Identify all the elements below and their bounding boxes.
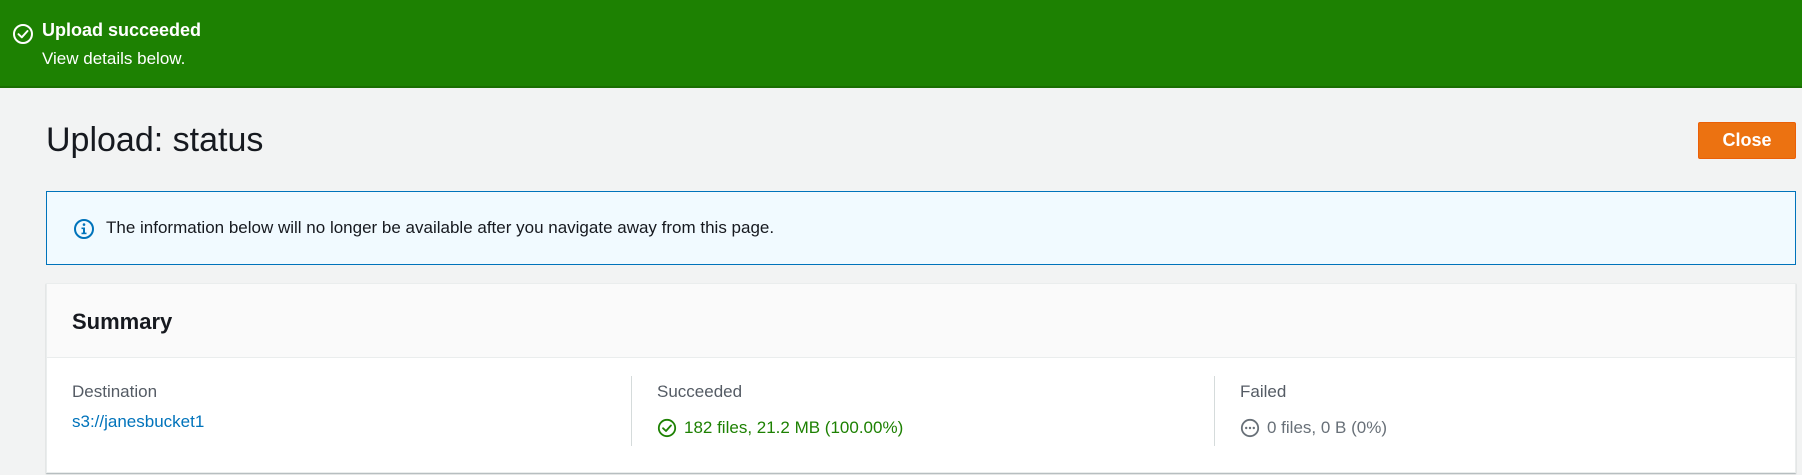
success-flash-banner: Upload succeeded View details below. — [0, 0, 1802, 88]
check-circle-icon — [13, 24, 33, 44]
info-alert-text: The information below will no longer be … — [106, 218, 775, 237]
summary-container: Summary Destination s3://janesbucket1 Su… — [46, 283, 1796, 473]
info-alert: The information below will no longer be … — [46, 191, 1796, 265]
failed-value: 0 files, 0 B (0%) — [1267, 418, 1387, 437]
succeeded-status: 182 files, 21.2 MB (100.00%) — [657, 418, 903, 438]
succeeded-label: Succeeded — [657, 382, 743, 401]
succeeded-column: Succeeded 182 files, 21.2 MB (100.00%) — [657, 376, 1217, 446]
column-divider — [631, 376, 632, 446]
ellipsis-circle-icon — [1240, 418, 1260, 438]
flash-title: Upload succeeded — [42, 20, 202, 40]
destination-label: Destination — [72, 382, 158, 401]
page-title: Upload: status — [46, 121, 264, 159]
succeeded-value: 182 files, 21.2 MB (100.00%) — [684, 418, 904, 437]
destination-column: Destination s3://janesbucket1 — [72, 376, 632, 446]
failed-column: Failed 0 files, 0 B (0%) — [1240, 376, 1780, 446]
failed-status: 0 files, 0 B (0%) — [1240, 418, 1387, 438]
check-circle-icon — [657, 418, 677, 438]
info-circle-icon — [74, 219, 94, 239]
close-button[interactable]: Close — [1698, 122, 1796, 159]
column-divider — [1214, 376, 1215, 446]
summary-header: Summary — [47, 284, 1795, 358]
summary-title: Summary — [72, 309, 173, 334]
failed-label: Failed — [1240, 382, 1287, 401]
destination-link[interactable]: s3://janesbucket1 — [72, 412, 204, 432]
flash-message: View details below. — [42, 49, 186, 68]
